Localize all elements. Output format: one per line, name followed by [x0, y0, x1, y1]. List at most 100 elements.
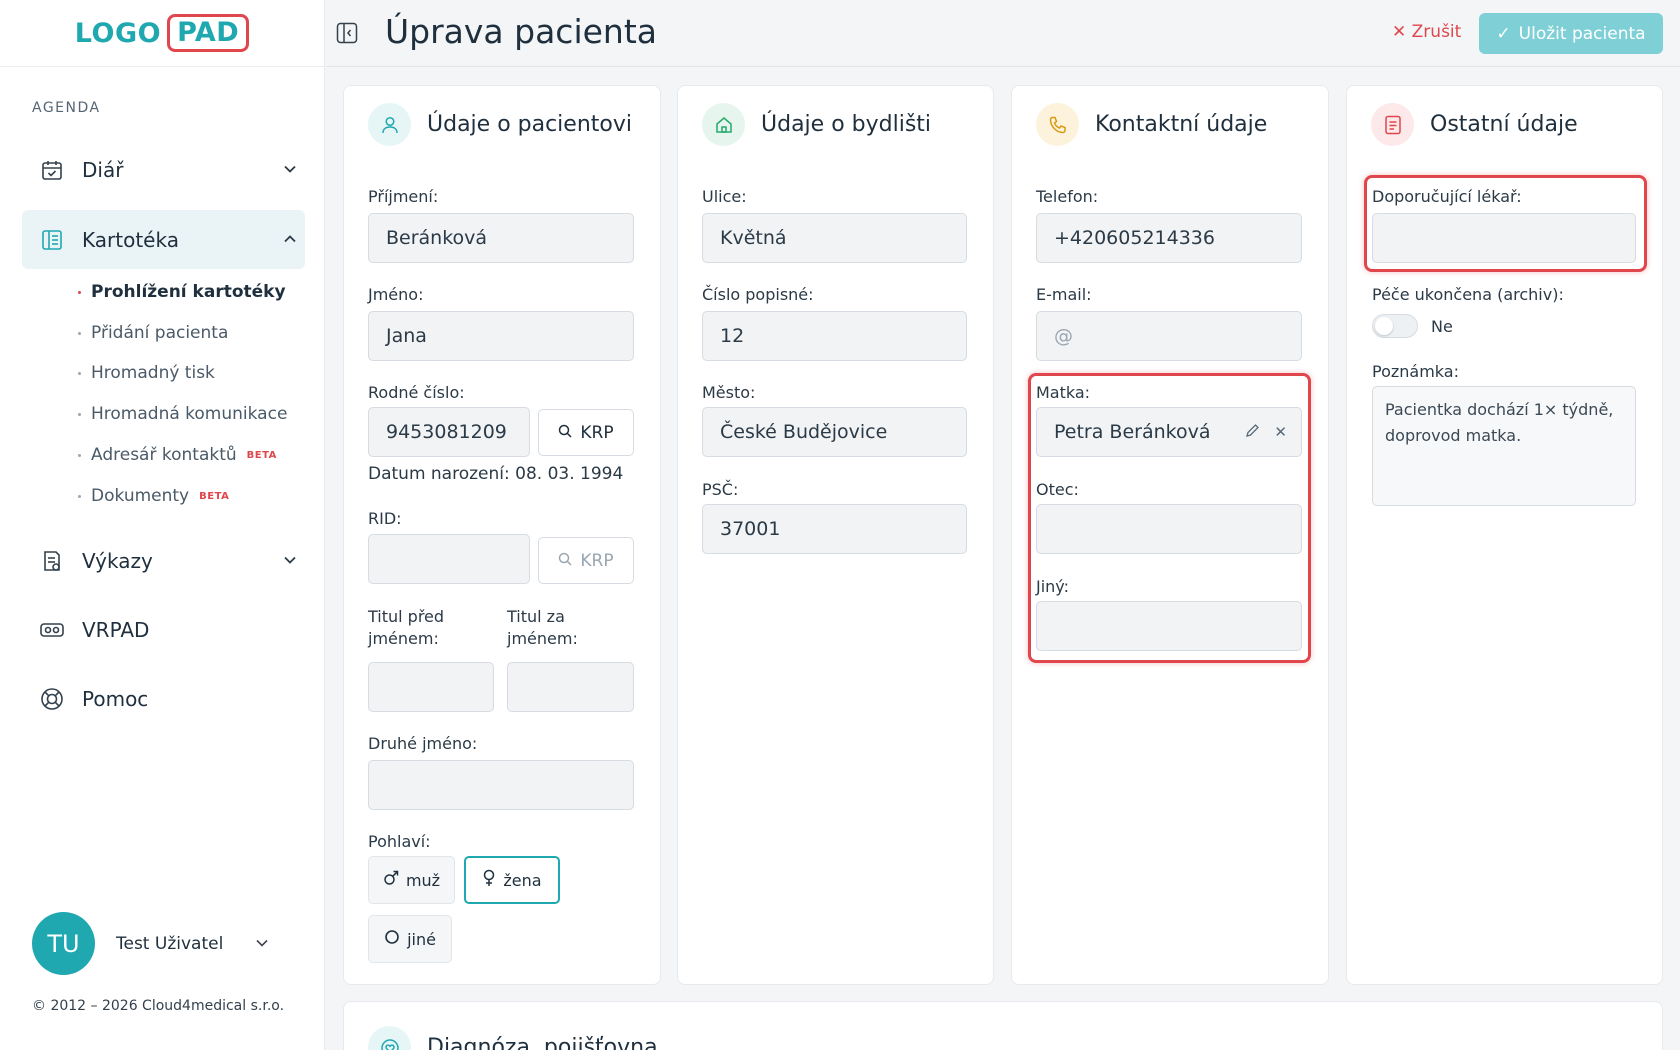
chevron-down-icon [275, 162, 305, 177]
surname-label: Příjmení: [368, 187, 439, 206]
sidebar-subitem-tisk[interactable]: Hromadný tisk [78, 363, 215, 383]
city-field[interactable]: České Budějovice [702, 407, 967, 457]
bullet-icon [78, 331, 81, 335]
sidebar-item-vykazy[interactable]: Výkazy [22, 531, 305, 590]
krp-label: KRP [580, 422, 614, 443]
female-icon [482, 869, 496, 891]
cancel-label: Zrušit [1411, 22, 1462, 42]
sidebar-subitem-dokumenty[interactable]: Dokumenty BETA [78, 486, 229, 506]
sidebar-subitem-prohlizeni[interactable]: Prohlížení kartotéky [78, 282, 286, 302]
subitem-label: Hromadný tisk [91, 363, 215, 383]
page-title: Úprava pacienta [385, 12, 657, 51]
heart-icon [368, 1026, 411, 1050]
sidebar-subitem-adresar[interactable]: Adresář kontaktů BETA [78, 445, 277, 465]
chevron-up-icon [275, 232, 305, 247]
sidebar-subitem-pridani[interactable]: Přidání pacienta [78, 323, 228, 343]
birth-number-field[interactable]: 9453081209 [368, 407, 530, 457]
second-name-field[interactable] [368, 760, 634, 810]
logo-text-right: PAD [167, 14, 250, 52]
birth-date-text: Datum narození: 08. 03. 1994 [368, 464, 624, 484]
bullet-icon [78, 453, 81, 457]
subitem-label: Dokumenty [91, 486, 190, 506]
rid-field[interactable] [368, 534, 530, 584]
gender-female-label: žena [503, 870, 542, 890]
sidebar-collapse-icon[interactable] [336, 22, 358, 44]
phone-label: Telefon: [1036, 187, 1099, 206]
note-textarea[interactable]: Pacientka dochází 1× týdně, doprovod mat… [1372, 386, 1636, 506]
other-card: Ostatní údaje Doporučující lékař: Péče u… [1346, 85, 1663, 985]
krp-label: KRP [580, 550, 614, 571]
email-field[interactable]: @ [1036, 311, 1302, 361]
sidebar-item-label: Pomoc [82, 686, 149, 711]
note-label: Poznámka: [1372, 362, 1459, 381]
toggle-knob [1375, 317, 1393, 335]
header: Úprava pacienta ✕ Zrušit ✓ Uložit pacien… [326, 0, 1680, 67]
sidebar-item-kartoteka[interactable]: Kartotéka [22, 210, 305, 269]
card-index-icon [40, 228, 64, 252]
street-label: Ulice: [702, 187, 747, 206]
card-title: Údaje o pacientovi [427, 112, 632, 137]
archive-label: Péče ukončena (archiv): [1372, 285, 1564, 304]
card-title: Diagnóza, pojišťovna [427, 1035, 658, 1050]
bullet-icon [78, 371, 81, 375]
gender-female-button[interactable]: žena [464, 856, 560, 904]
number-label: Číslo popisné: [702, 285, 814, 304]
subitem-label: Přidání pacienta [91, 323, 229, 343]
search-icon [558, 423, 572, 443]
chevron-down-icon [275, 553, 305, 568]
street-field[interactable]: Květná [702, 213, 967, 263]
card-header: Kontaktní údaje [1036, 103, 1267, 146]
krp-button[interactable]: KRP [538, 409, 634, 456]
vr-headset-icon [40, 618, 64, 642]
surname-field[interactable]: Beránková [368, 213, 634, 263]
archive-toggle[interactable] [1372, 314, 1418, 338]
report-icon [40, 549, 64, 573]
sidebar-subitem-komunikace[interactable]: Hromadná komunikace [78, 404, 287, 424]
archive-value: Ne [1431, 317, 1453, 336]
copyright: © 2012 – 2026 Cloud4medical s.r.o. [32, 998, 285, 1014]
gender-male-button[interactable]: muž [368, 856, 455, 904]
beta-badge: BETA [246, 449, 277, 461]
phone-field[interactable]: +420605214336 [1036, 213, 1302, 263]
rid-label: RID: [368, 509, 402, 528]
subitem-label: Prohlížení kartotéky [91, 282, 286, 302]
lifebuoy-icon [40, 687, 64, 711]
sidebar-item-label: Diář [82, 157, 124, 182]
gender-other-button[interactable]: jiné [368, 915, 452, 963]
birth-number-label: Rodné číslo: [368, 383, 465, 402]
search-icon [558, 551, 572, 571]
card-title: Údaje o bydlišti [761, 112, 932, 137]
sidebar-item-label: Výkazy [82, 548, 153, 573]
user-name: Test Uživatel [116, 933, 224, 954]
subitem-label: Adresář kontaktů [91, 445, 237, 465]
sidebar-item-pomoc[interactable]: Pomoc [22, 669, 305, 728]
krp-button-disabled[interactable]: KRP [538, 537, 634, 584]
title-after-field[interactable] [507, 662, 634, 712]
chevron-down-icon [256, 936, 268, 951]
name-field[interactable]: Jana [368, 311, 634, 361]
highlight-box [1364, 175, 1647, 272]
close-icon: ✕ [1392, 22, 1407, 42]
section-label: AGENDA [32, 100, 101, 116]
sidebar-item-diar[interactable]: Diář [22, 140, 305, 199]
card-title: Ostatní údaje [1430, 112, 1578, 137]
title-before-field[interactable] [368, 662, 494, 712]
home-icon [702, 103, 745, 146]
save-label: Uložit pacienta [1518, 23, 1646, 44]
zip-field[interactable]: 37001 [702, 504, 967, 554]
sidebar: LOGO PAD AGENDA Diář Kartotéka Prohlížen… [0, 0, 325, 1050]
check-icon: ✓ [1496, 23, 1511, 44]
user-menu[interactable]: TU Test Uživatel [32, 912, 268, 975]
contact-card: Kontaktní údaje Telefon: +420605214336 E… [1011, 85, 1329, 985]
gender-other-label: jiné [407, 929, 436, 949]
calendar-icon [40, 158, 64, 182]
gender-label: Pohlaví: [368, 832, 431, 851]
save-button[interactable]: ✓ Uložit pacienta [1479, 13, 1663, 54]
sidebar-item-vrpad[interactable]: VRPAD [22, 600, 305, 659]
cancel-button[interactable]: ✕ Zrušit [1392, 22, 1461, 42]
number-field[interactable]: 12 [702, 311, 967, 361]
sidebar-item-label: VRPAD [82, 617, 150, 642]
card-header: Údaje o pacientovi [368, 103, 632, 146]
logo-area: LOGO PAD [0, 0, 324, 67]
logo[interactable]: LOGO PAD [75, 14, 250, 52]
